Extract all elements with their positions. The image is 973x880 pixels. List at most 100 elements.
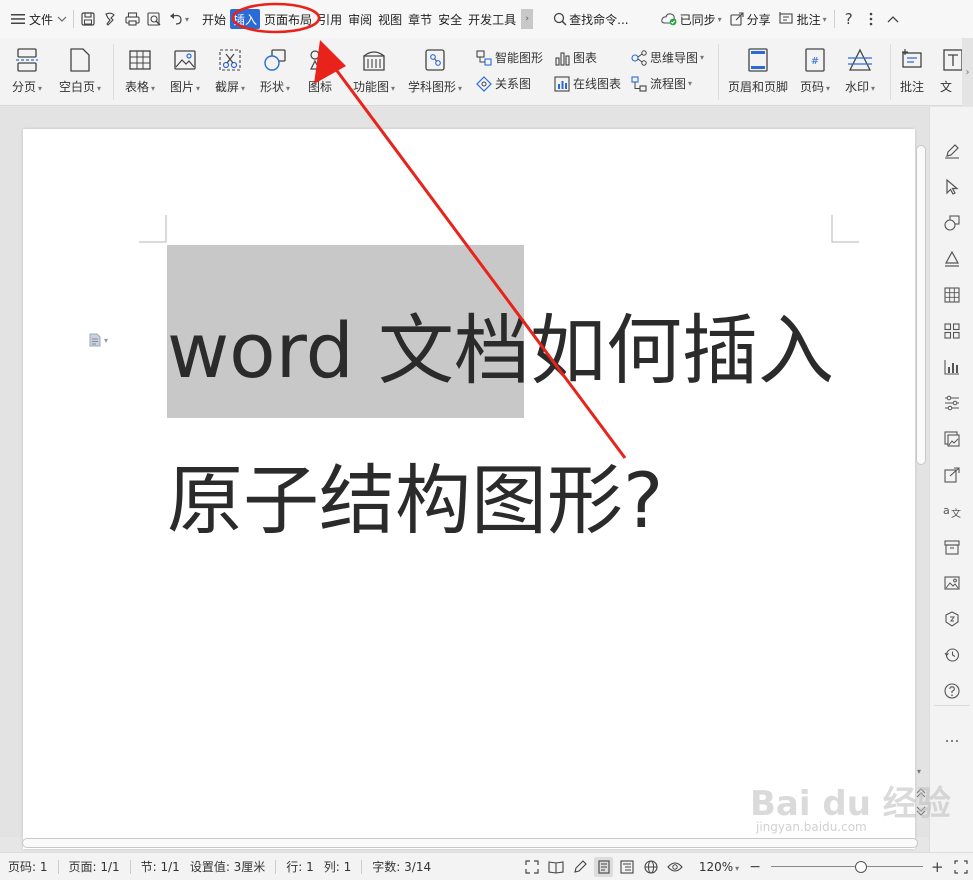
- document-page[interactable]: ▾ word 文档如何插入 原子结构图形?: [23, 129, 915, 849]
- smart-art-button[interactable]: 智能图形: [476, 49, 543, 66]
- relation-chart-button[interactable]: 关系图: [476, 75, 531, 92]
- relation-chart-icon: [476, 75, 492, 92]
- status-setting[interactable]: 设置值: 3厘米: [190, 858, 266, 875]
- help-icon[interactable]: ?: [838, 8, 860, 30]
- mind-map-button[interactable]: 思维导图 ▾: [631, 49, 704, 66]
- more-tools-icon[interactable]: [942, 731, 962, 751]
- print-icon[interactable]: [121, 8, 143, 30]
- search-icon: [553, 12, 567, 26]
- help-circle-icon[interactable]: [942, 681, 962, 701]
- tab-home[interactable]: 开始: [200, 9, 228, 29]
- blank-page-icon: [67, 47, 93, 73]
- science-shape-button[interactable]: 学科图形 ▾: [406, 38, 464, 106]
- sliders-icon[interactable]: [942, 393, 962, 413]
- security-shield-icon[interactable]: [942, 609, 962, 629]
- status-section[interactable]: 节: 1/1: [141, 858, 180, 875]
- insert-comment-button[interactable]: 批注: [894, 38, 930, 106]
- page-number-icon: #: [802, 47, 828, 73]
- function-chart-icon: [361, 47, 387, 73]
- cursor-icon[interactable]: [942, 177, 962, 197]
- fullscreen-icon[interactable]: [522, 857, 542, 877]
- style-icon[interactable]: [942, 249, 962, 269]
- baidu-watermark-url: jingyan.baidu.com: [756, 820, 867, 834]
- ribbon-scroll-right-icon[interactable]: ›: [962, 38, 973, 106]
- paragraph-handle[interactable]: ▾: [89, 333, 108, 347]
- file-menu[interactable]: 文件: [8, 8, 70, 30]
- edit-mode-icon[interactable]: [570, 857, 590, 877]
- blank-page-button[interactable]: 空白页 ▾: [55, 38, 105, 106]
- collapse-ribbon-icon[interactable]: [882, 8, 904, 30]
- picture-button[interactable]: 图片 ▾: [167, 38, 203, 106]
- image-library-icon[interactable]: [942, 429, 962, 449]
- export-icon[interactable]: [942, 465, 962, 485]
- page-view-icon[interactable]: [593, 856, 614, 877]
- zoom-in-icon[interactable]: +: [927, 857, 947, 877]
- picture-icon[interactable]: [942, 573, 962, 593]
- tab-page-layout[interactable]: 页面布局: [262, 9, 314, 29]
- table-button[interactable]: 表格 ▾: [122, 38, 158, 106]
- eye-protection-icon[interactable]: [665, 857, 685, 877]
- zoom-slider-handle[interactable]: [854, 860, 867, 873]
- text-box-button[interactable]: 文: [940, 38, 962, 106]
- fit-window-icon[interactable]: [951, 857, 971, 877]
- cloud-sync-icon: [660, 12, 677, 26]
- web-view-icon[interactable]: [641, 857, 661, 877]
- command-search[interactable]: 查找命令...: [549, 8, 632, 30]
- print-preview-icon[interactable]: [143, 8, 165, 30]
- pen-icon[interactable]: [942, 141, 962, 161]
- function-chart-button[interactable]: 功能图 ▾: [348, 38, 400, 106]
- vertical-scrollbar-thumb[interactable]: [916, 145, 926, 465]
- document-text-line-1[interactable]: word 文档如何插入: [167, 289, 834, 399]
- online-chart-button[interactable]: 在线图表: [554, 75, 621, 92]
- status-pages[interactable]: 页面: 1/1: [68, 858, 119, 875]
- header-footer-button[interactable]: 页眉和页脚: [724, 38, 792, 106]
- share-button[interactable]: 分享: [726, 8, 775, 30]
- status-column[interactable]: 列: 1: [324, 858, 352, 875]
- page-break-icon: [14, 47, 40, 73]
- tab-chapter[interactable]: 章节: [406, 9, 434, 29]
- history-icon[interactable]: [942, 645, 962, 665]
- page-break-button[interactable]: 分页 ▾: [8, 38, 46, 106]
- bar-chart-icon[interactable]: [942, 357, 962, 377]
- page-number-label: 页码: [799, 80, 824, 94]
- sidebar-separator: [934, 705, 970, 706]
- reading-mode-icon[interactable]: [546, 857, 566, 877]
- more-options-icon[interactable]: [860, 8, 882, 30]
- format-painter-icon[interactable]: [99, 8, 121, 30]
- status-word-count[interactable]: 字数: 3/14: [372, 858, 431, 875]
- vertical-scrollbar[interactable]: ▾: [914, 139, 928, 829]
- save-icon[interactable]: [77, 8, 99, 30]
- tab-view[interactable]: 视图: [376, 9, 404, 29]
- archive-icon[interactable]: [942, 537, 962, 557]
- tab-developer[interactable]: 开发工具: [466, 9, 518, 29]
- table-icon: [127, 47, 153, 73]
- translate-icon[interactable]: a文: [942, 501, 962, 521]
- document-text-line-2[interactable]: 原子结构图形?: [167, 439, 663, 549]
- sync-status[interactable]: 已同步 ▾: [657, 8, 726, 30]
- status-page-number[interactable]: 页码: 1: [8, 858, 48, 875]
- tab-review[interactable]: 审阅: [346, 9, 374, 29]
- icon-library-button[interactable]: 图标: [302, 38, 338, 106]
- zoom-out-icon[interactable]: −: [745, 857, 765, 877]
- zoom-level[interactable]: 120% ▾: [699, 860, 739, 874]
- tab-references[interactable]: 引用: [316, 9, 344, 29]
- comment-menu-button[interactable]: 批注 ▾: [775, 8, 831, 30]
- apps-grid-icon[interactable]: [942, 321, 962, 341]
- shape-button[interactable]: 形状 ▾: [257, 38, 293, 106]
- page-number-button[interactable]: # 页码 ▾: [796, 38, 834, 106]
- tab-security[interactable]: 安全: [436, 9, 464, 29]
- baidu-watermark-brand: Bai du 经验: [750, 784, 951, 824]
- table-grid-icon[interactable]: [942, 285, 962, 305]
- flow-chart-button[interactable]: 流程图 ▾: [631, 75, 692, 92]
- picture-icon: [172, 47, 198, 73]
- tab-insert[interactable]: 插入: [230, 9, 261, 29]
- chart-button[interactable]: 图表: [554, 49, 597, 66]
- watermark-button[interactable]: 水印 ▾: [840, 38, 880, 106]
- undo-icon[interactable]: ▾: [165, 8, 193, 30]
- more-tabs-chevron-icon[interactable]: ›: [521, 9, 534, 29]
- shapes-icon[interactable]: [942, 213, 962, 233]
- screenshot-button[interactable]: 截屏 ▾: [212, 38, 248, 106]
- status-row[interactable]: 行: 1: [286, 858, 314, 875]
- zoom-slider[interactable]: [770, 860, 923, 874]
- outline-view-icon[interactable]: [617, 857, 637, 877]
